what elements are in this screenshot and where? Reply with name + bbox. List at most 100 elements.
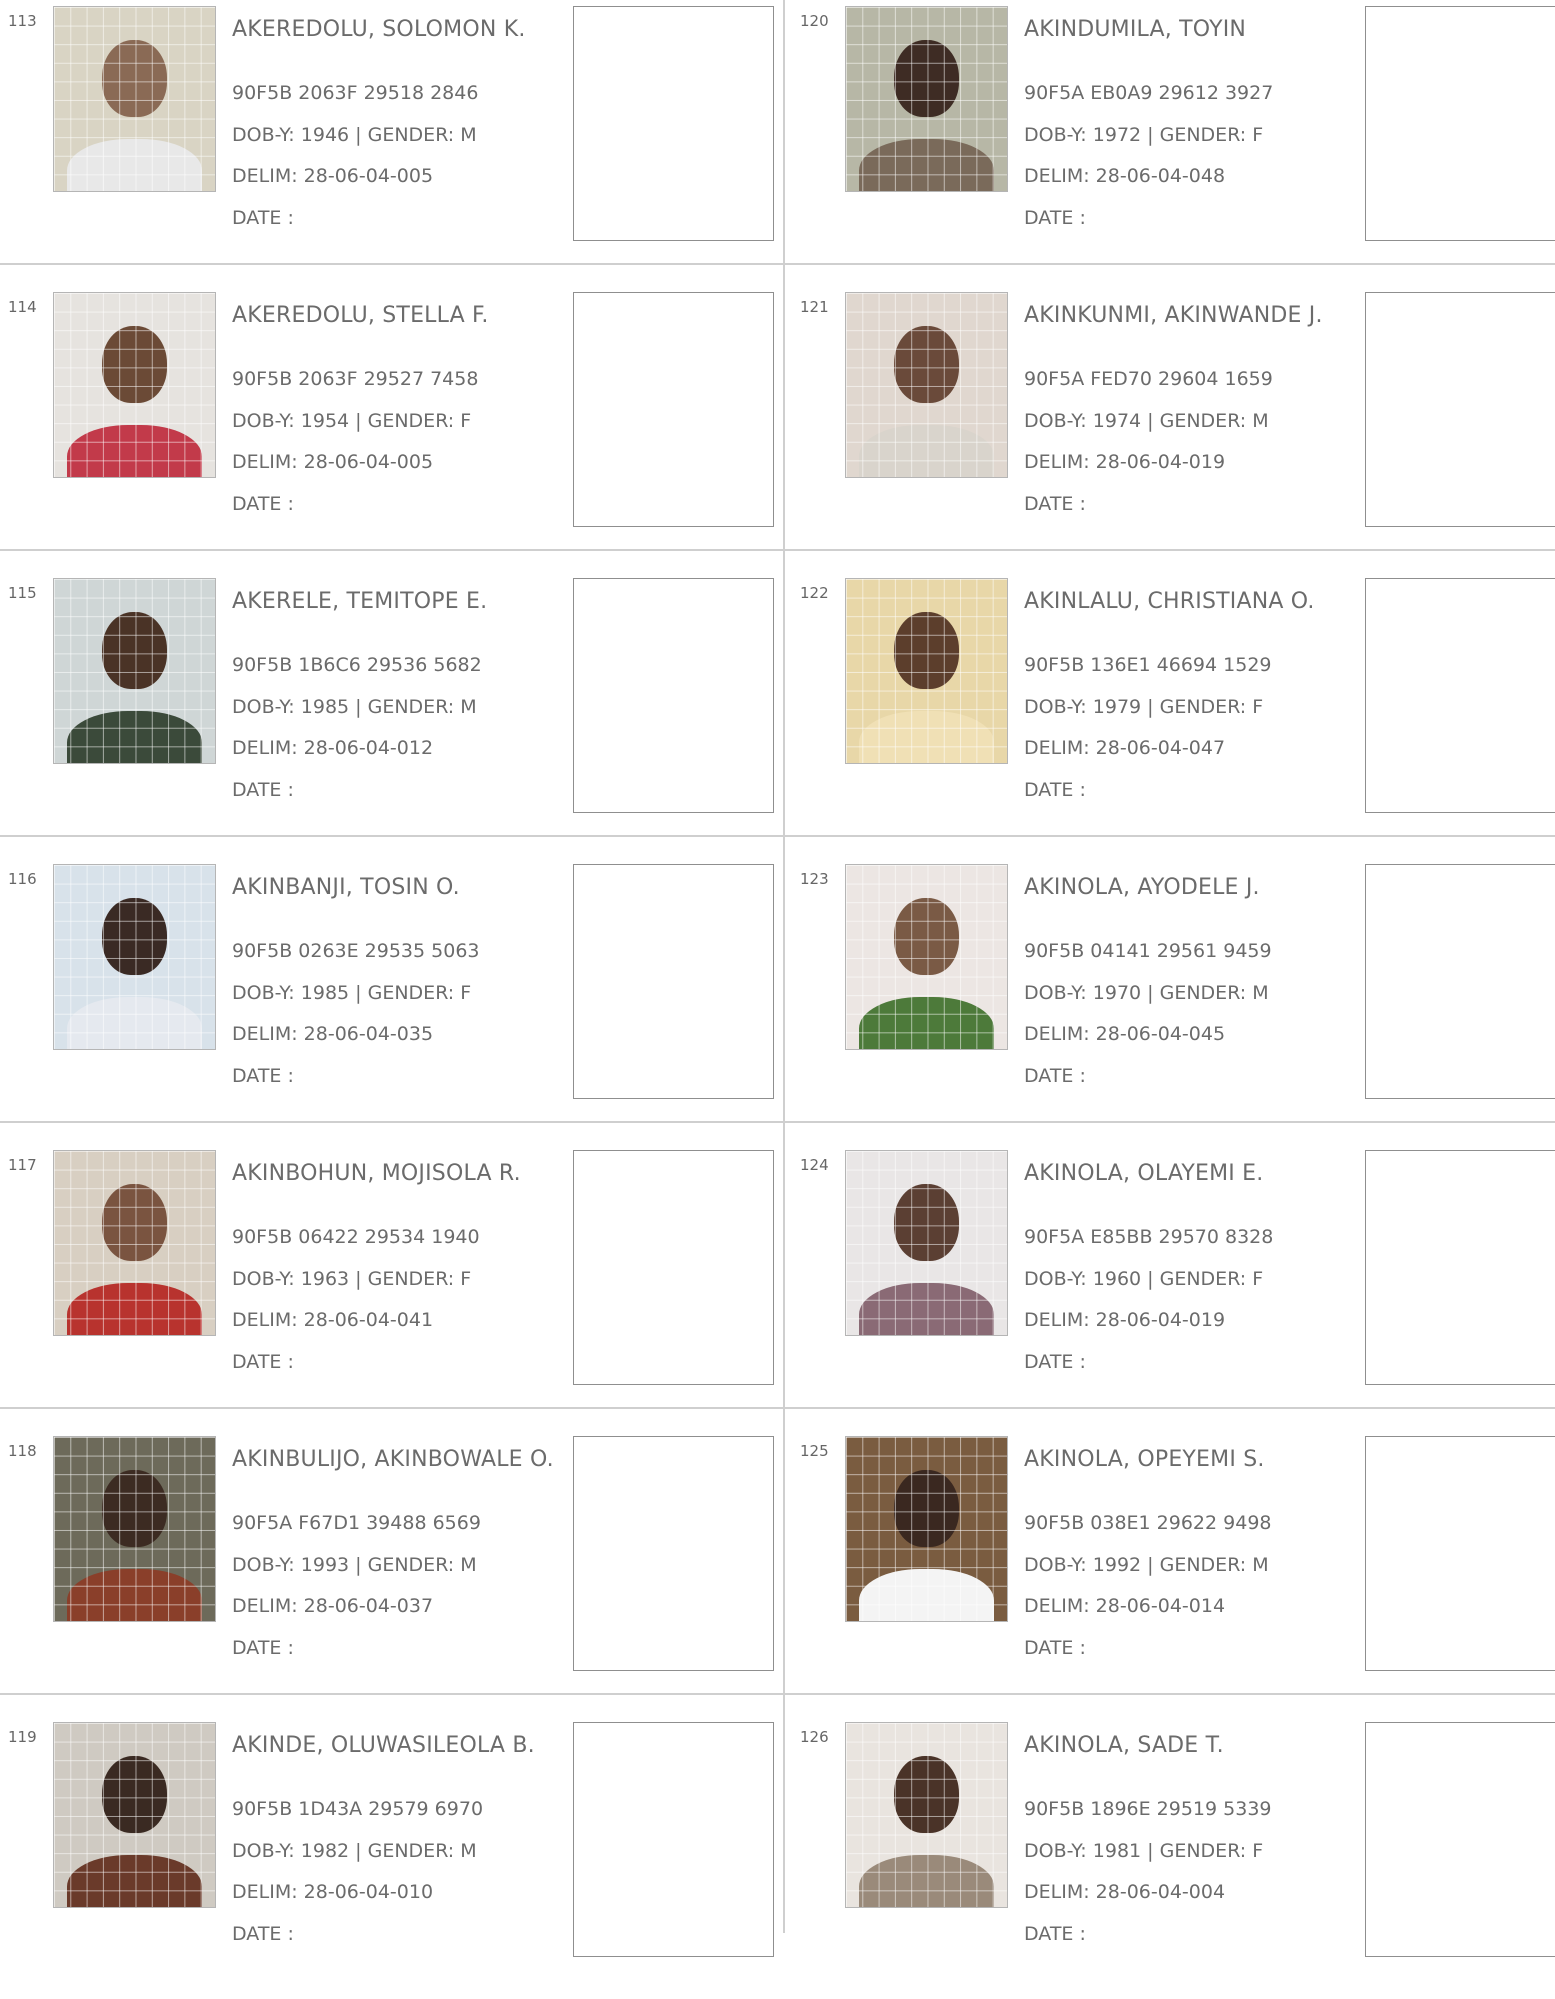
gender-value: M xyxy=(460,696,477,718)
delim-value: 28-06-04-019 xyxy=(1095,1309,1226,1331)
gender-label: | GENDER: xyxy=(1147,124,1247,146)
gender-label: | GENDER: xyxy=(355,124,455,146)
dob-gender-line: DOB-Y: 1954 | GENDER: F xyxy=(232,410,471,432)
dob-label: DOB-Y: xyxy=(232,1554,295,1576)
dob-value: 1985 xyxy=(300,696,350,718)
gender-label: | GENDER: xyxy=(355,1554,455,1576)
thumbprint-box xyxy=(573,1150,774,1385)
voter-photo xyxy=(53,1722,216,1908)
photo-grid-overlay xyxy=(54,7,215,191)
voter-name: AKINKUNMI, AKINWANDE J. xyxy=(1024,303,1323,328)
delim-line: DELIM: 28-06-04-005 xyxy=(232,451,433,473)
voter-card: 121 AKINKUNMI, AKINWANDE J. 90F5A FED70 29… xyxy=(792,286,1555,569)
delim-value: 28-06-04-045 xyxy=(1095,1023,1226,1045)
voter-photo xyxy=(53,1150,216,1336)
voter-id-number: 90F5B 136E1 46694 1529 xyxy=(1024,654,1272,676)
gender-value: F xyxy=(1252,696,1264,718)
gender-label: | GENDER: xyxy=(355,410,455,432)
thumbprint-box xyxy=(573,1722,774,1957)
voter-name: AKINBULIJO, AKINBOWALE O. xyxy=(232,1447,554,1472)
gender-value: F xyxy=(1252,1840,1264,1862)
gender-label: | GENDER: xyxy=(355,1840,455,1862)
delim-label: DELIM: xyxy=(232,1881,298,1903)
delim-value: 28-06-04-010 xyxy=(303,1881,434,1903)
voter-photo xyxy=(845,6,1008,192)
delim-label: DELIM: xyxy=(232,1023,298,1045)
voter-name: AKINOLA, AYODELE J. xyxy=(1024,875,1260,900)
voter-photo xyxy=(53,578,216,764)
dob-value: 1985 xyxy=(300,982,350,1004)
voter-photo xyxy=(53,864,216,1050)
gender-label: | GENDER: xyxy=(1147,982,1247,1004)
thumbprint-box xyxy=(1365,6,1555,241)
delim-value: 28-06-04-014 xyxy=(1095,1595,1226,1617)
gender-label: | GENDER: xyxy=(1147,1268,1247,1290)
serial-number: 125 xyxy=(800,1442,829,1460)
gender-value: M xyxy=(460,1840,477,1862)
voter-card: 124 AKINOLA, OLAYEMI E. 90F5A E85BB 29570 … xyxy=(792,1144,1555,1427)
thumbprint-box xyxy=(1365,578,1555,813)
delim-line: DELIM: 28-06-04-014 xyxy=(1024,1595,1225,1617)
voter-card: 125 AKINOLA, OPEYEMI S. 90F5B 038E1 29622 … xyxy=(792,1430,1555,1713)
voter-name: AKINOLA, OLAYEMI E. xyxy=(1024,1161,1264,1186)
gender-label: | GENDER: xyxy=(1147,410,1247,432)
voter-id-number: 90F5B 1B6C6 29536 5682 xyxy=(232,654,482,676)
dob-value: 1993 xyxy=(300,1554,350,1576)
date-label: DATE : xyxy=(232,207,294,229)
dob-value: 1970 xyxy=(1092,982,1142,1004)
date-label: DATE : xyxy=(232,1637,294,1659)
voter-card: 117 AKINBOHUN, MOJISOLA R. 90F5B 06422 295… xyxy=(0,1144,783,1427)
dob-gender-line: DOB-Y: 1960 | GENDER: F xyxy=(1024,1268,1263,1290)
delim-line: DELIM: 28-06-04-012 xyxy=(232,737,433,759)
voter-name: AKEREDOLU, SOLOMON K. xyxy=(232,17,526,42)
delim-line: DELIM: 28-06-04-019 xyxy=(1024,451,1225,473)
thumbprint-box xyxy=(573,1436,774,1671)
voter-id-number: 90F5A FED70 29604 1659 xyxy=(1024,368,1273,390)
voter-name: AKERELE, TEMITOPE E. xyxy=(232,589,488,614)
dob-gender-line: DOB-Y: 1992 | GENDER: M xyxy=(1024,1554,1269,1576)
dob-value: 1960 xyxy=(1092,1268,1142,1290)
dob-gender-line: DOB-Y: 1985 | GENDER: F xyxy=(232,982,471,1004)
gender-value: M xyxy=(1252,982,1269,1004)
delim-label: DELIM: xyxy=(1024,1023,1090,1045)
dob-value: 1979 xyxy=(1092,696,1142,718)
voter-name: AKINDUMILA, TOYIN xyxy=(1024,17,1247,42)
voter-card: 114 AKEREDOLU, STELLA F. 90F5B 2063F 29527… xyxy=(0,286,783,569)
date-label: DATE : xyxy=(1024,1923,1086,1945)
photo-grid-overlay xyxy=(54,1151,215,1335)
serial-number: 123 xyxy=(800,870,829,888)
voter-id-number: 90F5B 1D43A 29579 6970 xyxy=(232,1798,484,1820)
serial-number: 126 xyxy=(800,1728,829,1746)
voter-card: 126 AKINOLA, SADE T. 90F5B 1896E 29519 533… xyxy=(792,1716,1555,1999)
gender-value: M xyxy=(1252,1554,1269,1576)
dob-label: DOB-Y: xyxy=(1024,982,1087,1004)
dob-label: DOB-Y: xyxy=(1024,124,1087,146)
voter-id-number: 90F5A E85BB 29570 8328 xyxy=(1024,1226,1274,1248)
delim-label: DELIM: xyxy=(1024,165,1090,187)
dob-gender-line: DOB-Y: 1979 | GENDER: F xyxy=(1024,696,1263,718)
voter-photo xyxy=(845,1436,1008,1622)
voter-id-number: 90F5B 2063F 29518 2846 xyxy=(232,82,479,104)
delim-label: DELIM: xyxy=(1024,451,1090,473)
delim-label: DELIM: xyxy=(1024,737,1090,759)
voter-photo xyxy=(845,292,1008,478)
voter-id-number: 90F5A F67D1 39488 6569 xyxy=(232,1512,481,1534)
gender-label: | GENDER: xyxy=(355,982,455,1004)
dob-value: 1982 xyxy=(300,1840,350,1862)
serial-number: 124 xyxy=(800,1156,829,1174)
delim-value: 28-06-04-048 xyxy=(1095,165,1226,187)
thumbprint-box xyxy=(1365,1150,1555,1385)
delim-line: DELIM: 28-06-04-047 xyxy=(1024,737,1225,759)
voter-name: AKINOLA, SADE T. xyxy=(1024,1733,1224,1758)
serial-number: 114 xyxy=(8,298,37,316)
thumbprint-box xyxy=(1365,292,1555,527)
gender-value: F xyxy=(1252,1268,1264,1290)
serial-number: 113 xyxy=(8,12,37,30)
date-label: DATE : xyxy=(1024,1351,1086,1373)
date-label: DATE : xyxy=(1024,493,1086,515)
voter-name: AKINBOHUN, MOJISOLA R. xyxy=(232,1161,521,1186)
photo-grid-overlay xyxy=(54,1437,215,1621)
photo-grid-overlay xyxy=(54,293,215,477)
photo-grid-overlay xyxy=(54,865,215,1049)
thumbprint-box xyxy=(573,578,774,813)
